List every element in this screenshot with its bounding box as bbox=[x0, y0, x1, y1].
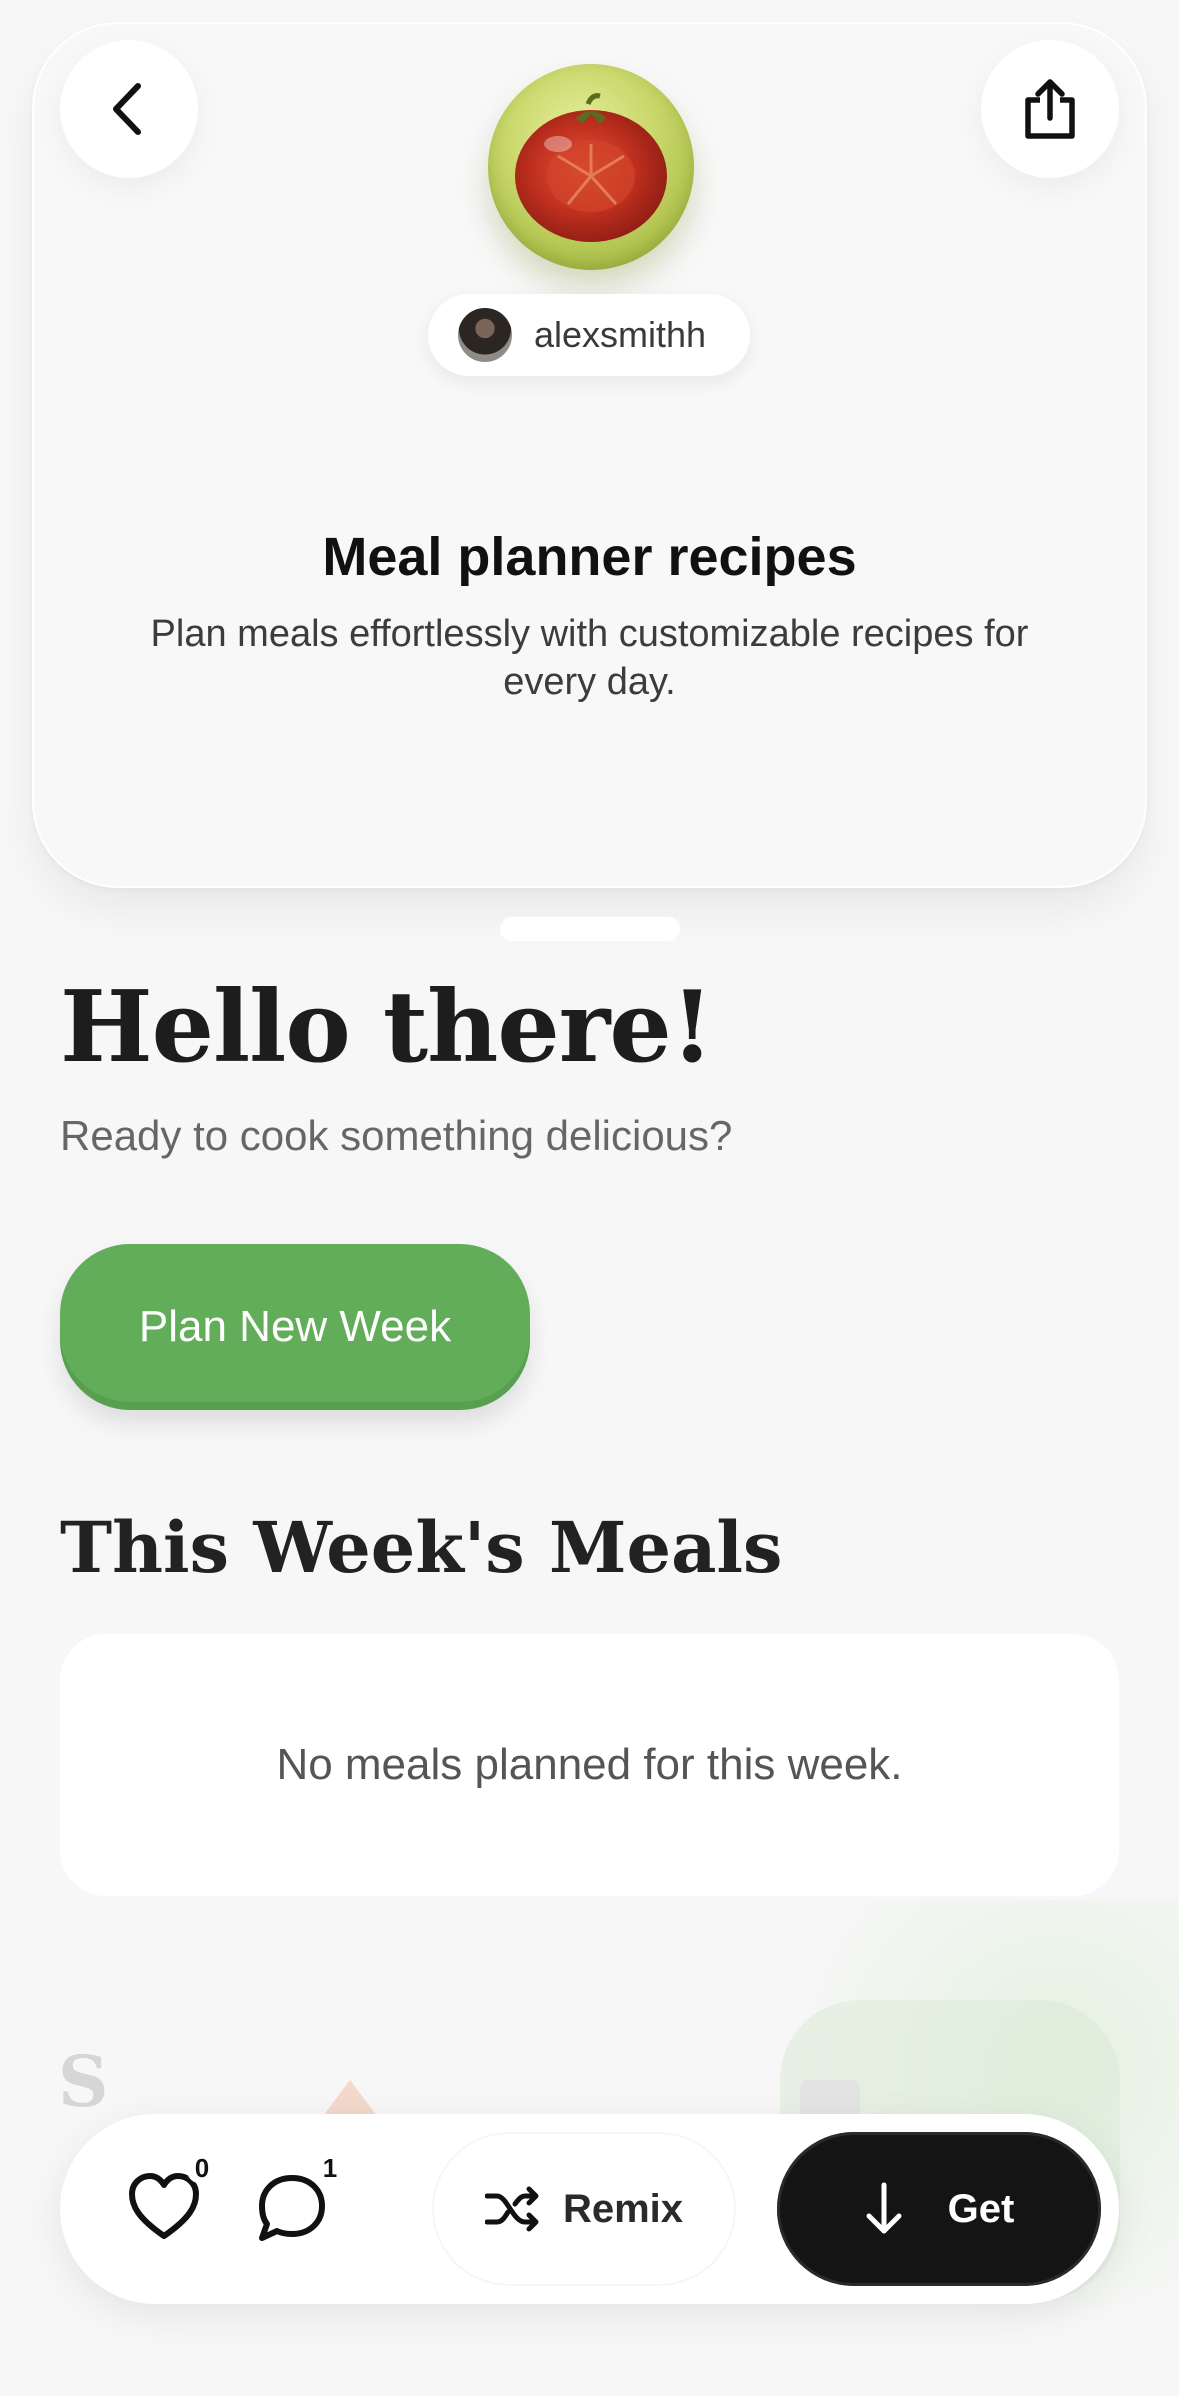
week-meals-heading: This Week's Meals bbox=[60, 1506, 783, 1589]
greeting-heading: Hello there! bbox=[60, 970, 714, 1085]
app-description: Plan meals effortlessly with customizabl… bbox=[150, 613, 1029, 703]
author-name: alexsmithh bbox=[534, 314, 707, 355]
empty-meals-message: No meals planned for this week. bbox=[276, 1740, 903, 1789]
back-arrow-icon bbox=[113, 83, 141, 135]
app-title: Meal planner recipes bbox=[322, 527, 857, 587]
remix-label: Remix bbox=[562, 2186, 684, 2231]
remix-button[interactable]: Remix bbox=[434, 2134, 734, 2284]
background-tab-glyph: S bbox=[58, 2040, 109, 2123]
avatar bbox=[458, 308, 512, 362]
share-icon bbox=[1025, 79, 1075, 139]
share-button[interactable] bbox=[981, 40, 1119, 178]
bottom-action-bar: 0 1 Remix Get bbox=[60, 2114, 1119, 2304]
download-arrow-icon bbox=[866, 2182, 902, 2234]
like-count: 0 bbox=[186, 2152, 218, 2184]
get-button[interactable]: Get bbox=[777, 2132, 1101, 2286]
back-button[interactable] bbox=[60, 40, 198, 178]
tomato-app-icon bbox=[515, 93, 667, 242]
get-label: Get bbox=[947, 2186, 1015, 2231]
comment-count: 1 bbox=[314, 2152, 346, 2184]
sheet-grabber[interactable] bbox=[500, 917, 680, 941]
app-page: alexsmithh Meal planner recipes Plan mea… bbox=[0, 0, 1179, 2396]
greeting-subtitle: Ready to cook something delicious? bbox=[60, 1112, 733, 1159]
plan-new-week-button[interactable]: Plan New Week bbox=[60, 1244, 530, 1410]
week-meals-card: No meals planned for this week. bbox=[60, 1634, 1119, 1896]
like-button[interactable]: 0 bbox=[124, 2152, 218, 2248]
author-chip[interactable]: alexsmithh bbox=[428, 294, 750, 376]
app-icon bbox=[488, 64, 694, 270]
comment-button[interactable]: 1 bbox=[252, 2152, 346, 2248]
shuffle-icon bbox=[484, 2186, 539, 2232]
